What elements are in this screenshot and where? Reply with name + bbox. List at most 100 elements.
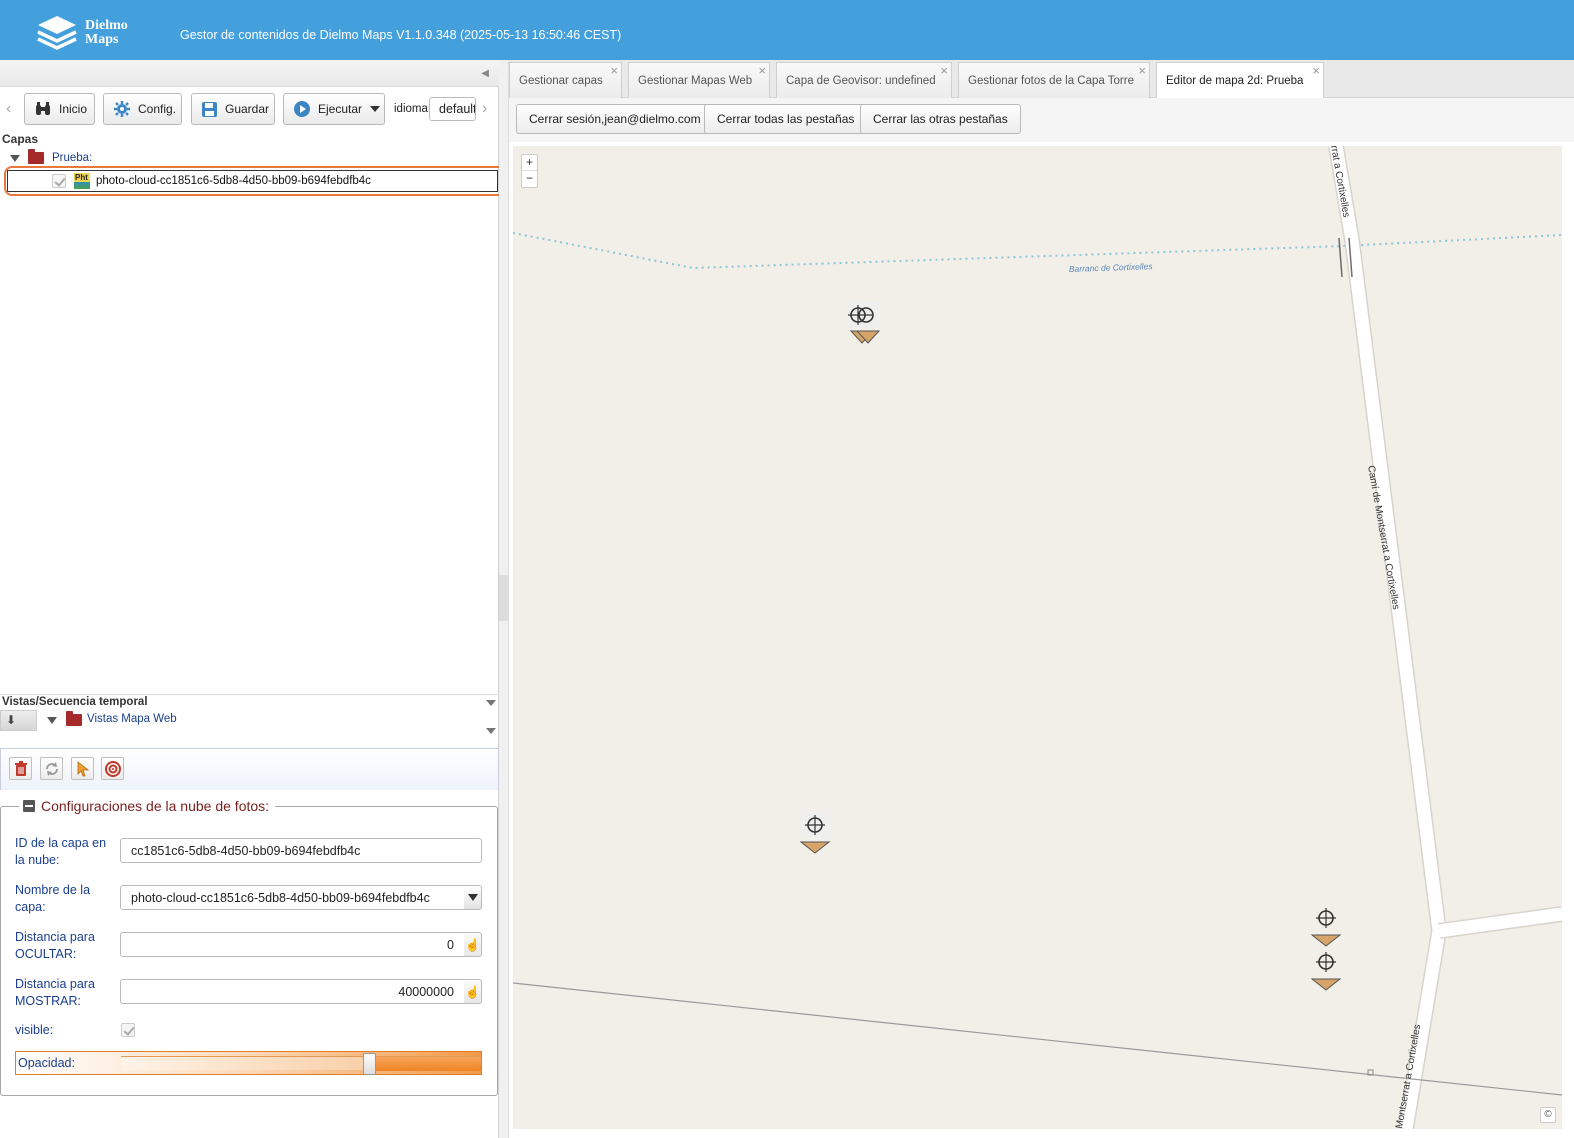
target-icon	[104, 760, 121, 777]
hide-distance-label-line1: Distancia para	[15, 930, 95, 944]
photo-marker[interactable]	[799, 811, 831, 855]
hide-distance-input[interactable]: 0	[120, 932, 465, 957]
vistas-scroll-icon[interactable]	[486, 728, 496, 734]
bridge-mark-left	[1338, 237, 1343, 278]
refresh-icon	[45, 761, 58, 776]
opacity-slider-handle[interactable]	[363, 1053, 376, 1075]
vistas-collapse-icon[interactable]	[486, 700, 496, 706]
hide-distance-label: Distancia para OCULTAR:	[15, 929, 95, 963]
stream-line	[513, 232, 1562, 270]
select-button[interactable]	[71, 757, 94, 780]
idioma-select[interactable]: default	[429, 97, 476, 121]
panel-splitter[interactable]	[499, 60, 509, 1138]
layer-name-dropdown-button[interactable]	[464, 885, 482, 910]
collapse-minus-icon[interactable]	[23, 800, 35, 812]
ejecutar-label: Ejecutar	[318, 102, 363, 116]
toolbar-scroll-right-icon[interactable]: ›	[482, 100, 487, 118]
close-tab-icon[interactable]: ×	[1312, 63, 1320, 78]
hide-distance-spinner[interactable]: ☝	[464, 932, 482, 957]
close-other-tabs-button[interactable]: Cerrar las otras pestañas	[860, 104, 1021, 134]
hand-pointer-icon: ☝	[465, 984, 480, 999]
zoom-in-button[interactable]: +	[522, 155, 537, 171]
right-panel: Gestionar capas × Gestionar Mapas Web × Ca…	[509, 60, 1574, 1138]
layer-name-label-line2: capa:	[15, 900, 46, 914]
tab-gestionar-capas[interactable]: Gestionar capas ×	[509, 62, 622, 98]
play-icon	[294, 101, 310, 117]
map-basemap: Barranc de Cortixelles rrat a Cortixelle…	[513, 146, 1562, 1129]
idioma-label: idioma:	[394, 103, 432, 115]
camera-target-icon	[799, 811, 831, 854]
layer-id-label: ID de la capa en la nube:	[15, 835, 106, 869]
tab-label: Gestionar fotos de la Capa Torre	[968, 75, 1134, 87]
tab-label: Gestionar capas	[519, 75, 603, 87]
hide-distance-label-line2: OCULTAR:	[15, 947, 77, 961]
target-button[interactable]	[101, 757, 124, 780]
layer-id-input[interactable]: cc1851c6-5db8-4d50-bb09-b694febdfb4c	[120, 838, 482, 863]
layer-name-combo[interactable]: photo-cloud-cc1851c6-5db8-4d50-bb09-b694…	[120, 885, 465, 910]
config-label: Config.	[138, 102, 177, 116]
tab-label: Capa de Geovisor: undefined	[786, 75, 936, 87]
tab-capa-geovisor[interactable]: Capa de Geovisor: undefined ×	[776, 62, 952, 98]
tab-label: Gestionar Mapas Web	[638, 75, 753, 87]
logout-button[interactable]: Cerrar sesión,jean@dielmo.com	[516, 104, 714, 134]
opacity-row: Opacidad:	[15, 1051, 482, 1075]
ejecutar-button[interactable]: Ejecutar	[283, 93, 385, 125]
inicio-button[interactable]: Inicio	[24, 93, 95, 125]
dielmo-logo: Dielmo Maps	[36, 14, 146, 54]
group-label: Prueba:	[52, 152, 93, 164]
tab-editor-mapa-2d[interactable]: Editor de mapa 2d: Prueba ×	[1156, 62, 1324, 99]
delete-button[interactable]	[9, 757, 32, 780]
inicio-label: Inicio	[59, 102, 88, 116]
visible-label: visible:	[15, 1023, 54, 1037]
guardar-button[interactable]: Guardar	[191, 93, 275, 125]
photo-marker[interactable]	[1310, 904, 1342, 948]
close-tab-icon[interactable]: ×	[758, 63, 766, 78]
visible-checkbox[interactable]	[121, 1023, 135, 1037]
camera-target-icon	[1310, 908, 1342, 947]
main-toolbar: ‹ Inicio Config. Guardar Ejecutar idioma…	[0, 90, 499, 132]
panel-collapse-strip: ◀	[0, 60, 499, 87]
close-all-tabs-button[interactable]: Cerrar todas las pestañas	[704, 104, 868, 134]
config-button[interactable]: Config.	[103, 93, 182, 125]
expand-triangle-icon[interactable]	[10, 154, 20, 162]
tab-gestionar-fotos[interactable]: Gestionar fotos de la Capa Torre ×	[958, 62, 1150, 98]
tree-group-prueba[interactable]: Prueba:	[10, 148, 92, 168]
layers-logo-icon	[37, 16, 77, 50]
top-header: Dielmo Maps Gestor de contenidos de Diel…	[0, 0, 1574, 60]
camera-target-icon	[1310, 952, 1342, 991]
tab-gestionar-mapas-web[interactable]: Gestionar Mapas Web ×	[628, 62, 770, 98]
zoom-out-button[interactable]: −	[522, 171, 537, 187]
map-canvas[interactable]: Barranc de Cortixelles rrat a Cortixelle…	[513, 146, 1562, 1129]
opacity-slider-track[interactable]	[121, 1053, 481, 1075]
stream-label: Barranc de Cortixelles	[1069, 261, 1154, 274]
camera-target-icon	[848, 302, 881, 344]
refresh-button[interactable]	[40, 757, 63, 780]
splitter-grip[interactable]	[499, 575, 508, 621]
close-tab-icon[interactable]: ×	[610, 63, 618, 78]
show-distance-input[interactable]: 40000000	[120, 979, 465, 1004]
close-tab-icon[interactable]: ×	[1138, 63, 1146, 78]
capas-heading: Capas	[2, 132, 39, 146]
photo-marker[interactable]	[845, 301, 881, 345]
logo-text-line2: Maps	[85, 32, 119, 47]
logo-text-line1: Dielmo	[85, 18, 128, 33]
gear-icon	[114, 101, 130, 117]
app-root: Dielmo Maps Gestor de contenidos de Diel…	[0, 0, 1574, 1138]
close-tab-icon[interactable]: ×	[940, 63, 948, 78]
toolbar-scroll-left-icon[interactable]: ‹	[6, 100, 11, 118]
config-legend-text: Configuraciones de la nube de fotos:	[41, 798, 270, 814]
photo-marker[interactable]	[1310, 948, 1342, 992]
attribution-button[interactable]: ©	[1540, 1107, 1556, 1123]
dropdown-arrow-icon	[467, 894, 478, 901]
config-legend[interactable]: Configuraciones de la nube de fotos:	[19, 798, 276, 814]
show-distance-label-line1: Distancia para	[15, 977, 95, 991]
vistas-folder-icon	[66, 711, 82, 726]
vistas-import-button[interactable]: ⬇	[0, 710, 37, 731]
vistas-folder-label[interactable]: Vistas Mapa Web	[87, 713, 177, 725]
vistas-expand-icon[interactable]	[47, 717, 57, 724]
save-icon	[202, 101, 217, 117]
show-distance-spinner[interactable]: ☝	[464, 979, 482, 1004]
show-distance-label: Distancia para MOSTRAR:	[15, 976, 95, 1010]
layer-id-label-line1: ID de la capa en	[15, 836, 107, 850]
collapse-left-icon[interactable]: ◀	[481, 68, 489, 79]
